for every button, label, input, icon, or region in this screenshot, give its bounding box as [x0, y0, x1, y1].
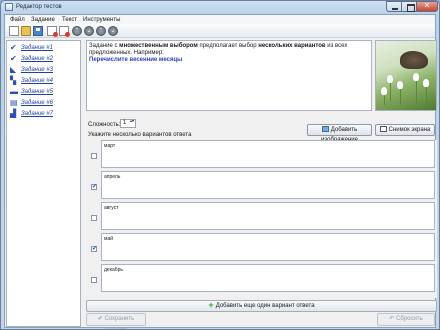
answer-input[interactable]: март: [101, 140, 435, 168]
arrow-down-alt-icon[interactable]: ⌄: [108, 26, 118, 36]
task-list: ✔ Задание #1 ✔ Задание #2 ◣ Задание #3 ▚…: [6, 40, 81, 327]
triangle-icon: ◣: [10, 65, 17, 74]
image-icon: [321, 126, 329, 132]
answer-checkbox[interactable]: ✔: [91, 246, 97, 252]
answer-input[interactable]: август: [101, 202, 435, 230]
answer-checkbox[interactable]: [91, 153, 97, 159]
answer-row: декабрь: [86, 264, 437, 295]
app-icon: [5, 3, 13, 11]
answer-checkbox[interactable]: ✔: [91, 184, 97, 190]
list-icon: ▤: [10, 98, 18, 107]
screenshot-icon: [379, 126, 387, 132]
question-text: Задание с множественным выбором предпола…: [89, 43, 348, 56]
question-image[interactable]: [375, 40, 437, 111]
answer-row: март: [86, 140, 437, 171]
question-editor[interactable]: Задание с множественным выбором предпола…: [86, 40, 372, 111]
answer-row: август: [86, 202, 437, 233]
answer-input[interactable]: апрель: [101, 171, 435, 199]
answer-input[interactable]: май: [101, 233, 435, 261]
plus-icon: +: [208, 300, 214, 310]
task-item-label: Задание #1: [21, 45, 53, 51]
window-title: Редактор тестов: [16, 4, 62, 10]
complexity-spinner[interactable]: 1: [120, 119, 136, 128]
task-item-label: Задание #4: [21, 78, 53, 84]
close-icon: ✕: [423, 1, 431, 10]
order-icon: ▟: [10, 109, 17, 118]
client-area: Файл Задание Текст Инструменты ⌃ ⌄ ⌃ ⌄ ✔…: [4, 14, 437, 329]
menu-file[interactable]: Файл: [10, 17, 25, 23]
new-file-icon[interactable]: [9, 26, 19, 36]
undo-icon: ↶: [389, 316, 397, 322]
checkmark-icon: ✔: [10, 43, 17, 52]
menu-task[interactable]: Задание: [31, 17, 55, 23]
hedgehog-image: [400, 51, 428, 69]
screenshot-button[interactable]: Снимок экрана: [375, 124, 435, 136]
task-item-label: Задание #7: [21, 111, 53, 117]
match-icon: ▚: [10, 76, 17, 85]
answer-hint: Укажите несколько вариантов ответа: [88, 132, 192, 138]
task-item-label: Задание #3: [21, 67, 53, 73]
minimize-button[interactable]: [386, 1, 402, 12]
add-image-button[interactable]: Добавить изображение: [307, 124, 372, 143]
checkmark-icon: ✔: [10, 54, 17, 63]
app-window: Редактор тестов ✕ Файл Задание Текст Инс…: [0, 0, 440, 330]
answer-row: ✔ апрель: [86, 171, 437, 202]
toolbar: ⌃ ⌄ ⌃ ⌄: [5, 24, 435, 38]
add-answer-button[interactable]: + Добавить еще один вариант ответа: [86, 300, 437, 312]
menu-bar: Файл Задание Текст Инструменты: [5, 15, 435, 24]
task-item-label: Задание #5: [21, 89, 53, 95]
save-icon[interactable]: [33, 26, 43, 36]
arrow-up-alt-icon[interactable]: ⌃: [96, 26, 106, 36]
task-item-label: Задание #6: [21, 100, 53, 106]
maximize-button[interactable]: [401, 1, 417, 12]
open-folder-icon[interactable]: [21, 26, 31, 36]
answer-row: ✔ май: [86, 233, 437, 264]
answer-checkbox[interactable]: [91, 277, 97, 283]
question-subtitle: Перечислите весенние месяцы: [89, 57, 183, 63]
reset-button[interactable]: ↶ Сбросить: [377, 313, 435, 326]
answer-input[interactable]: декабрь: [101, 264, 435, 292]
save-task-button[interactable]: ✔ Сохранить задание: [86, 313, 146, 329]
menu-text[interactable]: Текст: [62, 17, 77, 23]
close-button[interactable]: ✕: [416, 1, 438, 12]
text-icon: ▬: [10, 87, 18, 96]
answer-list: март ✔ апрель август ✔ май декабрь: [86, 140, 437, 298]
answer-checkbox[interactable]: [91, 215, 97, 221]
arrow-down-icon[interactable]: ⌄: [84, 26, 94, 36]
delete-icon[interactable]: [59, 26, 70, 37]
menu-tools[interactable]: Инструменты: [83, 17, 120, 23]
title-bar[interactable]: Редактор тестов ✕: [1, 1, 439, 14]
complexity-label: Сложность:: [88, 122, 121, 128]
arrow-up-icon[interactable]: ⌃: [72, 26, 82, 36]
task-item-label: Задание #2: [21, 56, 53, 62]
export-icon[interactable]: [47, 26, 58, 37]
